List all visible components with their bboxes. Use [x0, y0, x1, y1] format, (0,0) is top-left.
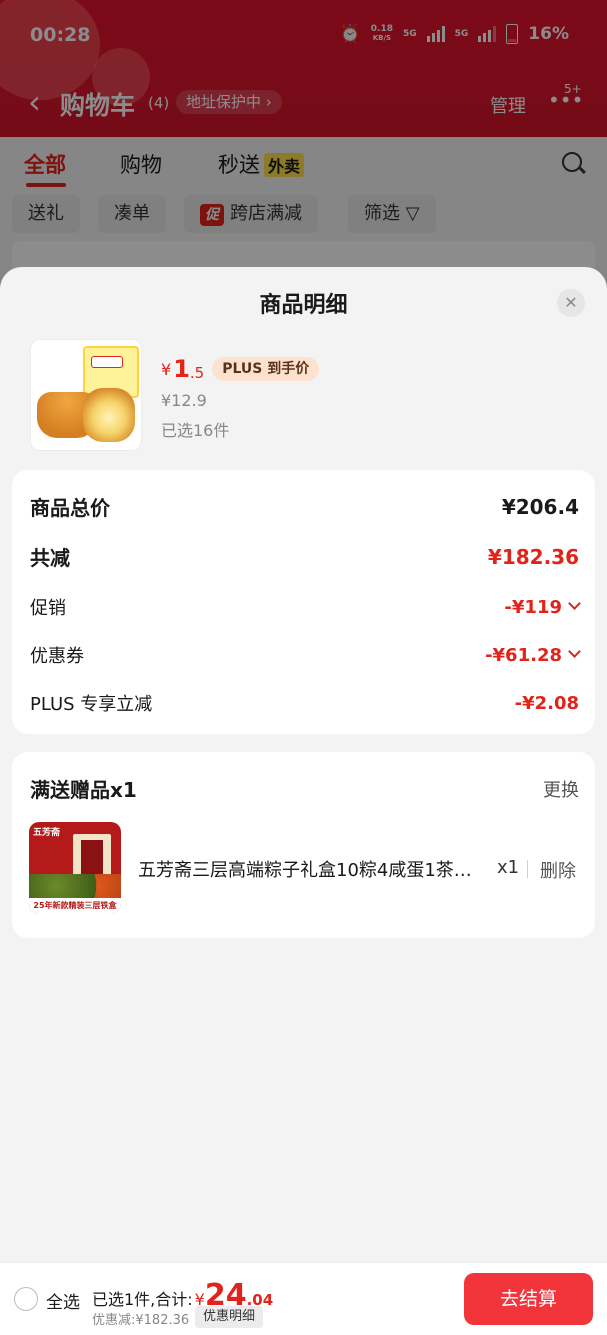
- close-button[interactable]: ✕: [557, 289, 585, 317]
- plus-discount-row: PLUS 专享立减 -¥2.08: [30, 692, 579, 716]
- modal-overlay[interactable]: [0, 0, 607, 300]
- price-summary-card: 商品总价 ¥206.4 共减 ¥182.36 促销 -¥119 优惠券 -¥61…: [12, 470, 595, 734]
- discount-summary: 优惠减:¥182.36: [92, 1313, 190, 1328]
- divider: [527, 860, 528, 878]
- product-detail-sheet: 商品明细 ✕ ¥ 1 .5 PLUS 到手价 ¥12.9 已选16件 商品总价 …: [0, 267, 607, 1334]
- product-image[interactable]: [30, 339, 142, 451]
- checkout-bar: 全选 已选1件,合计: ¥ 24 .04 优惠减:¥182.36 优惠明细 去结…: [0, 1262, 607, 1335]
- product-row: ¥ 1 .5 PLUS 到手价 ¥12.9 已选16件: [30, 339, 577, 451]
- chevron-down-icon: [568, 596, 581, 610]
- gift-quantity: x1: [497, 857, 520, 878]
- original-price: ¥12.9: [161, 391, 207, 410]
- gift-image-brand: 五芳斋: [33, 828, 61, 838]
- total-reduction-row: 共减 ¥182.36: [30, 544, 579, 571]
- gift-card: 满送赠品x1 更换 五芳斋 25年新款精装三层铁盒 五芳斋三层高端粽子礼盒10粽…: [12, 752, 595, 938]
- plus-price-tag: PLUS 到手价: [212, 357, 320, 381]
- gift-image-band: 25年新款精装三层铁盒: [29, 898, 121, 914]
- delete-gift-button[interactable]: 删除: [540, 857, 576, 883]
- select-all-label[interactable]: 全选: [46, 1288, 80, 1313]
- select-all-checkbox[interactable]: [14, 1287, 38, 1311]
- promotion-row[interactable]: 促销 -¥119: [30, 594, 581, 620]
- gift-name[interactable]: 五芳斋三层高端粽子礼盒10粽4咸蛋1茶…: [138, 856, 488, 882]
- discount-detail-button[interactable]: 优惠明细: [195, 1306, 264, 1328]
- coupon-row[interactable]: 优惠券 -¥61.28: [30, 642, 581, 668]
- checkout-button[interactable]: 去结算: [464, 1273, 593, 1325]
- gift-image[interactable]: 五芳斋 25年新款精装三层铁盒: [29, 822, 121, 914]
- selected-quantity: 已选16件: [161, 421, 230, 440]
- cake-shape: [83, 388, 135, 442]
- sheet-title: 商品明细: [259, 293, 348, 318]
- total-price-row: 商品总价 ¥206.4: [30, 494, 579, 521]
- change-gift-button[interactable]: 更换: [543, 776, 579, 802]
- gift-title: 满送赠品x1: [30, 778, 137, 802]
- chevron-down-icon: [568, 644, 581, 658]
- product-price: ¥ 1 .5 PLUS 到手价: [161, 355, 320, 383]
